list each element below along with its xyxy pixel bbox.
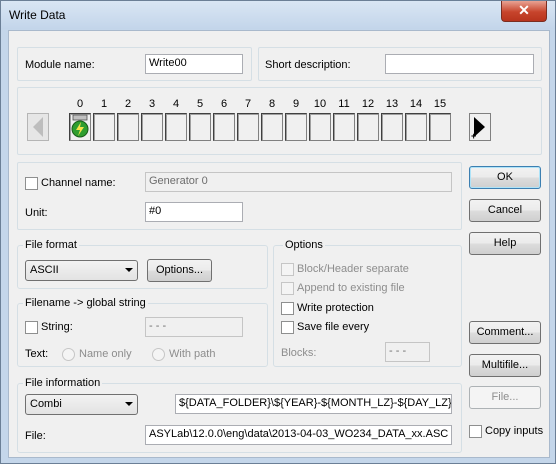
format-options-button[interactable]: Options... — [147, 259, 212, 282]
channel-number-label: 12 — [361, 98, 375, 110]
window-title: Write Data — [9, 8, 66, 22]
channel-name-input[interactable]: Generator 0 — [145, 172, 452, 192]
channel-number-label: 4 — [172, 98, 180, 110]
string-checkbox[interactable] — [25, 321, 38, 334]
string-input[interactable]: - - - — [145, 317, 243, 337]
channel-slot-3[interactable] — [141, 113, 163, 141]
append-label: Append to existing file — [297, 282, 405, 294]
file-label: File: — [25, 430, 46, 442]
channel-slot-7[interactable] — [237, 113, 259, 141]
channel-number-label: 0 — [76, 98, 84, 110]
blocks-input[interactable]: - - - — [385, 342, 430, 362]
svg-text:+: + — [471, 131, 476, 141]
cancel-button[interactable]: Cancel — [469, 199, 541, 222]
chevron-down-icon — [125, 268, 133, 272]
help-button[interactable]: Help — [469, 232, 541, 255]
file-pattern-input[interactable]: ${DATA_FOLDER}\${YEAR}-${MONTH_LZ}-${DAY… — [175, 394, 452, 414]
text-label: Text: — [25, 348, 49, 360]
dialog-body: Module name: Write00 Short description: … — [8, 30, 550, 458]
name-only-label: Name only — [79, 348, 132, 360]
block-header-checkbox[interactable] — [281, 263, 294, 276]
channel-slot-12[interactable] — [357, 113, 379, 141]
channel-number-label: 13 — [385, 98, 399, 110]
copy-inputs-checkbox[interactable] — [469, 425, 482, 438]
write-protection-label: Write protection — [297, 302, 374, 314]
channel-number-label: 5 — [196, 98, 204, 110]
blocks-label: Blocks: — [281, 347, 317, 359]
append-checkbox[interactable] — [281, 282, 294, 295]
channel-number-label: 10 — [313, 98, 327, 110]
file-format-selected: ASCII — [30, 264, 59, 276]
file-path-input[interactable]: ASYLab\12.0.0\eng\data\2013-04-03_WO234_… — [145, 425, 452, 445]
channel-slot-9[interactable] — [285, 113, 307, 141]
channel-slot-13[interactable] — [381, 113, 403, 141]
string-label: String: — [41, 321, 73, 333]
file-format-select[interactable]: ASCII — [25, 260, 138, 281]
file-information-legend: File information — [23, 377, 103, 389]
channel-number-label: 3 — [148, 98, 156, 110]
channel-slot-11[interactable] — [333, 113, 355, 141]
close-icon[interactable]: ✕ — [518, 2, 530, 18]
module-name-input[interactable]: Write00 — [145, 54, 243, 74]
ok-button[interactable]: OK — [469, 166, 541, 189]
channel-number-label: 7 — [244, 98, 252, 110]
arrow-left-icon[interactable] — [27, 113, 49, 141]
previous-channels-button[interactable] — [27, 113, 49, 141]
channel-number-label: 1 — [100, 98, 108, 110]
channel-slot-15[interactable] — [429, 113, 451, 141]
unit-input[interactable]: #0 — [145, 202, 243, 222]
channel-number-label: 6 — [220, 98, 228, 110]
block-header-label: Block/Header separate — [297, 263, 409, 275]
comment-button[interactable]: Comment... — [469, 321, 541, 344]
with-path-radio[interactable] — [152, 348, 165, 361]
title-bar: Write Data ✕ — [1, 1, 555, 29]
short-description-label: Short description: — [265, 59, 351, 71]
close-button[interactable]: ✕ — [501, 1, 547, 22]
channel-slot-10[interactable] — [309, 113, 331, 141]
file-info-select[interactable]: Combi — [25, 394, 138, 415]
channel-number-label: 2 — [124, 98, 132, 110]
file-button[interactable]: File... — [469, 386, 541, 409]
save-file-every-label: Save file every — [297, 321, 370, 333]
channel-slot-1[interactable] — [93, 113, 115, 141]
module-name-label: Module name: — [25, 59, 95, 71]
write-protection-checkbox[interactable] — [281, 302, 294, 315]
channel-number-label: 11 — [338, 98, 350, 110]
options-legend: Options — [283, 239, 325, 251]
channel-name-checkbox[interactable] — [25, 177, 38, 190]
generator-icon[interactable] — [70, 114, 90, 140]
channel-slot-14[interactable] — [405, 113, 427, 141]
short-description-input[interactable] — [385, 54, 534, 74]
channel-number-label: 8 — [268, 98, 276, 110]
arrow-right-icon[interactable]: + — [469, 113, 491, 141]
chevron-down-icon — [125, 402, 133, 406]
channel-number-label: 9 — [292, 98, 300, 110]
multifile-button[interactable]: Multifile... — [469, 354, 541, 377]
filename-string-legend: Filename -> global string — [23, 297, 148, 309]
channel-slot-2[interactable] — [117, 113, 139, 141]
channel-number-label: 15 — [433, 98, 447, 110]
unit-label: Unit: — [25, 207, 48, 219]
dialog-window: Write Data ✕ Module name: Write00 Short … — [0, 0, 556, 464]
name-only-radio[interactable] — [62, 348, 75, 361]
channel-number-label: 14 — [409, 98, 423, 110]
channel-slot-0[interactable] — [69, 113, 91, 141]
channel-slot-6[interactable] — [213, 113, 235, 141]
next-channels-button[interactable]: + — [469, 113, 491, 141]
channel-slot-8[interactable] — [261, 113, 283, 141]
copy-inputs-label: Copy inputs — [485, 425, 544, 437]
channel-slot-5[interactable] — [189, 113, 211, 141]
with-path-label: With path — [169, 348, 216, 360]
channel-name-label: Channel name: — [41, 177, 116, 189]
channel-slot-4[interactable] — [165, 113, 187, 141]
save-file-every-checkbox[interactable] — [281, 321, 294, 334]
file-info-selected: Combi — [30, 398, 62, 410]
file-format-legend: File format — [23, 239, 79, 251]
